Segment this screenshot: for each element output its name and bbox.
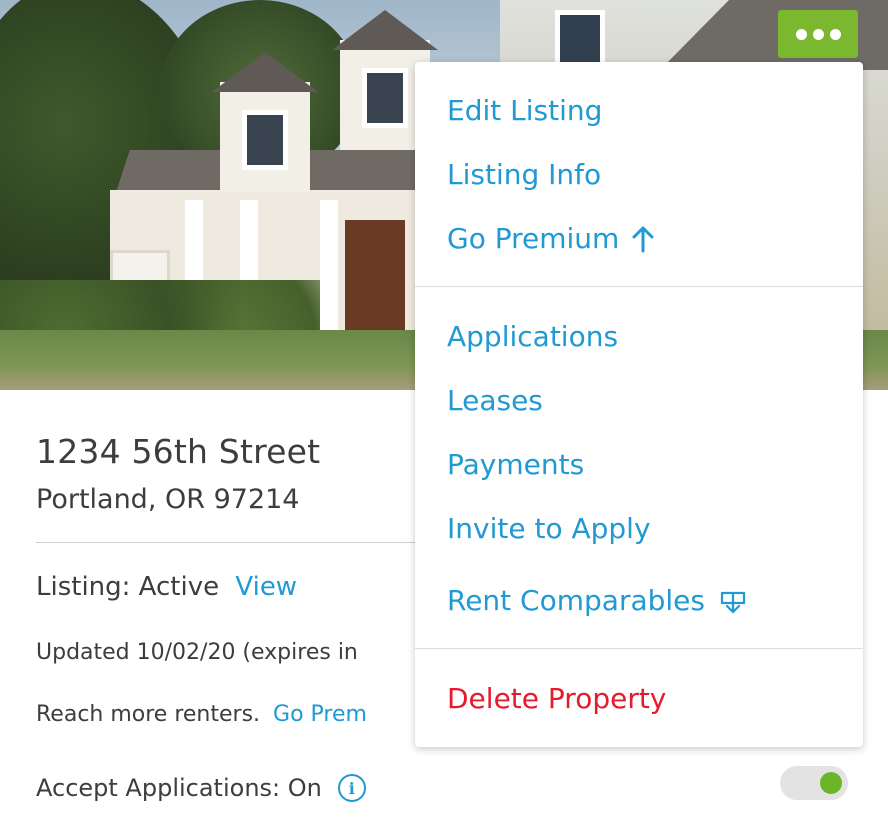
info-icon[interactable]: i (337, 774, 366, 802)
more-options-menu: Edit Listing Listing Info Go Premium App… (415, 62, 863, 747)
go-premium-link[interactable]: Go Prem (273, 702, 367, 727)
listing-status-label: Listing: Active (36, 572, 220, 602)
menu-item-delete-property[interactable]: Delete Property (447, 682, 666, 715)
download-icon (720, 591, 746, 613)
reach-text: Reach more renters. (36, 702, 261, 727)
menu-item-edit-listing[interactable]: Edit Listing (447, 94, 602, 127)
reach-more-renters: Reach more renters. Go Prem (36, 702, 367, 727)
menu-item-label: Rent Comparables (447, 584, 705, 617)
view-listing-link[interactable]: View (235, 572, 297, 602)
menu-item-leases[interactable]: Leases (447, 384, 543, 417)
ellipsis-icon (795, 28, 807, 40)
menu-separator (415, 286, 863, 287)
menu-item-label: Delete Property (447, 682, 667, 715)
menu-item-label: Edit Listing (447, 94, 603, 127)
menu-item-label: Leases (447, 384, 543, 417)
listing-updated-text: Updated 10/02/20 (expires in (36, 640, 358, 665)
photo-column (320, 200, 338, 350)
divider (36, 542, 416, 543)
property-street: 1234 56th Street (36, 432, 321, 471)
ellipsis-icon (829, 28, 841, 40)
listing-status: Listing: Active View (36, 572, 297, 602)
arrow-up-icon (632, 226, 654, 252)
menu-item-invite-to-apply[interactable]: Invite to Apply (447, 512, 651, 545)
menu-item-rent-comparables[interactable]: Rent Comparables (447, 584, 747, 617)
photo-dormer (220, 82, 310, 192)
photo-window (555, 10, 605, 70)
photo-door (345, 220, 405, 340)
more-options-button[interactable] (778, 10, 858, 58)
menu-item-label: Go Premium (447, 222, 620, 255)
menu-item-payments[interactable]: Payments (447, 448, 584, 481)
accept-applications-label: Accept Applications: On (36, 774, 322, 802)
toggle-knob (820, 772, 842, 794)
property-city: Portland, OR 97214 (36, 484, 300, 515)
menu-item-label: Applications (447, 320, 619, 353)
menu-item-listing-info[interactable]: Listing Info (447, 158, 601, 191)
menu-item-label: Listing Info (447, 158, 602, 191)
menu-separator (415, 648, 863, 649)
ellipsis-icon (812, 28, 824, 40)
accept-applications-toggle[interactable] (780, 766, 848, 800)
menu-item-applications[interactable]: Applications (447, 320, 618, 353)
menu-item-label: Invite to Apply (447, 512, 651, 545)
menu-item-label: Payments (447, 448, 585, 481)
accept-applications-row: Accept Applications: On i (36, 774, 366, 802)
menu-item-go-premium[interactable]: Go Premium (447, 222, 655, 255)
